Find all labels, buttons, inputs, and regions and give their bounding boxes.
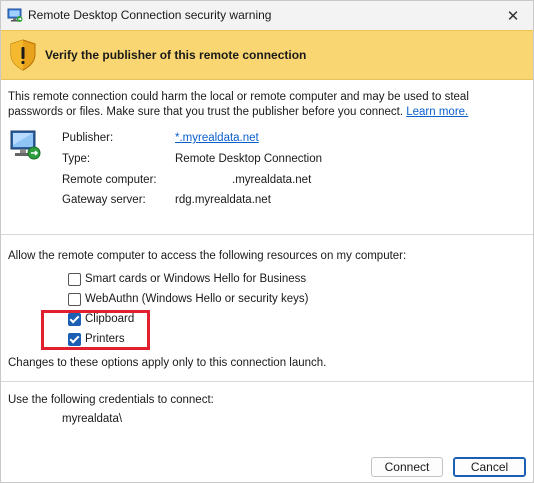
credentials-heading: Use the following credentials to connect… xyxy=(8,394,214,406)
resources-heading: Allow the remote computer to access the … xyxy=(8,250,407,262)
divider xyxy=(1,234,533,235)
checkbox-box[interactable] xyxy=(68,272,81,286)
checkbox-label: WebAuthn (Windows Hello or security keys… xyxy=(85,293,309,305)
publisher-label: Publisher: xyxy=(62,132,114,144)
remote-desktop-icon xyxy=(7,8,23,22)
warning-banner: Verify the publisher of this remote conn… xyxy=(1,30,533,80)
description-text: This remote connection could harm the lo… xyxy=(8,91,469,118)
checkbox-box[interactable] xyxy=(68,292,81,306)
learn-more-link[interactable]: Learn more. xyxy=(406,106,468,118)
remote-computer-label: Remote computer: xyxy=(62,174,157,186)
checkbox-webauthn[interactable]: WebAuthn (Windows Hello or security keys… xyxy=(68,291,308,307)
annotation-highlight-box xyxy=(41,310,150,350)
gateway-label: Gateway server: xyxy=(62,194,146,206)
checkbox-label: Smart cards or Windows Hello for Busines… xyxy=(85,273,307,285)
checkbox-smart-cards[interactable]: Smart cards or Windows Hello for Busines… xyxy=(68,271,306,287)
banner-heading: Verify the publisher of this remote conn… xyxy=(45,48,307,62)
remote-computer-icon xyxy=(10,130,41,160)
type-value: Remote Desktop Connection xyxy=(175,153,323,165)
divider xyxy=(1,381,533,382)
remote-computer-value: .myrealdata.net xyxy=(232,174,312,186)
connect-button[interactable]: Connect xyxy=(371,457,443,477)
options-note: Changes to these options apply only to t… xyxy=(8,357,327,369)
title-bar: Remote Desktop Connection security warni… xyxy=(1,1,533,30)
gateway-value: rdg.myrealdata.net xyxy=(175,194,271,206)
window-title: Remote Desktop Connection security warni… xyxy=(28,8,272,22)
publisher-link[interactable]: *.myrealdata.net xyxy=(175,132,259,144)
type-label: Type: xyxy=(62,153,91,165)
security-warning-dialog: Remote Desktop Connection security warni… xyxy=(0,0,534,483)
warning-shield-icon xyxy=(10,39,36,71)
cancel-button[interactable]: Cancel xyxy=(453,457,526,477)
close-icon: ✕ xyxy=(506,7,520,25)
credentials-username: myrealdata\ xyxy=(62,413,123,425)
close-button[interactable]: ✕ xyxy=(493,1,533,30)
warning-description: This remote connection could harm the lo… xyxy=(8,90,526,120)
